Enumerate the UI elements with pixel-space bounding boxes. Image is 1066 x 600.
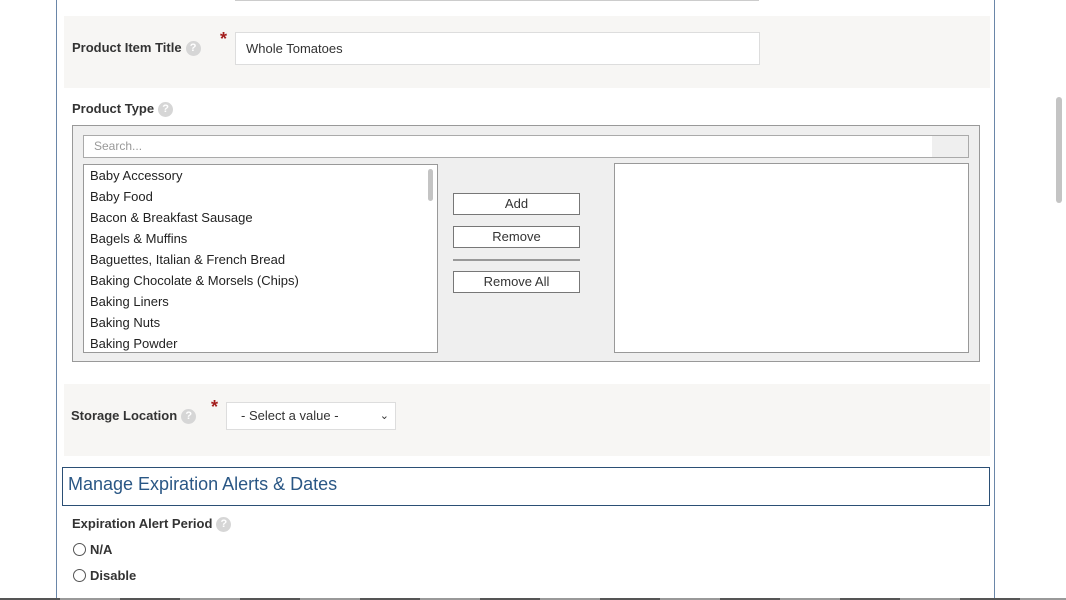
section-title: Manage Expiration Alerts & Dates	[68, 474, 338, 494]
list-item[interactable]: Baking Chocolate & Morsels (Chips)	[84, 270, 437, 291]
product-title-input[interactable]: Whole Tomatoes	[235, 32, 760, 65]
remove-button[interactable]: Remove	[453, 226, 580, 248]
help-question-icon[interactable]: ?	[185, 41, 201, 57]
help-question-icon[interactable]: ?	[216, 517, 232, 533]
radio-option-na[interactable]: N/A	[73, 542, 112, 557]
list-item[interactable]: Baking Nuts	[84, 312, 437, 333]
product-type-label: Product Type?	[72, 101, 174, 118]
help-question-icon[interactable]: ?	[158, 102, 174, 118]
chevron-down-icon: ⌄	[379, 410, 389, 422]
product-title-label: Product Item Title?	[72, 40, 201, 57]
list-item[interactable]: Baguettes, Italian & French Bread	[84, 249, 437, 270]
list-item[interactable]: Bacon & Breakfast Sausage	[84, 207, 437, 228]
list-item[interactable]: Baby Food	[84, 186, 437, 207]
product-type-search-input[interactable]: Search...	[83, 135, 969, 158]
selected-options-list[interactable]	[614, 163, 969, 353]
button-divider	[453, 259, 580, 261]
list-item[interactable]: Baking Liners	[84, 291, 437, 312]
available-options-list[interactable]: Baby Accessory Baby Food Bacon & Breakfa…	[83, 164, 438, 353]
storage-location-label: Storage Location?	[71, 408, 197, 425]
radio-button[interactable]	[73, 569, 86, 583]
add-button[interactable]: Add	[453, 193, 580, 215]
list-item[interactable]: Baby Accessory	[84, 165, 437, 186]
previous-input-edge	[235, 0, 759, 1]
expiration-section-header: Manage Expiration Alerts & Dates	[62, 467, 990, 506]
storage-location-row	[64, 384, 990, 456]
radio-button[interactable]	[73, 543, 86, 557]
remove-all-button[interactable]: Remove All	[453, 271, 580, 293]
list-item[interactable]: Bagels & Muffins	[84, 228, 437, 249]
product-type-multiselect: Search... Baby Accessory Baby Food Bacon…	[72, 125, 980, 362]
required-marker: *	[220, 29, 228, 49]
help-question-icon[interactable]: ?	[181, 409, 197, 425]
radio-option-disable[interactable]: Disable	[73, 568, 136, 583]
required-marker: *	[211, 397, 219, 417]
list-scrollbar[interactable]	[428, 169, 433, 201]
expiration-alert-period-label: Expiration Alert Period?	[72, 516, 232, 533]
list-item[interactable]: Baking Powder	[84, 333, 437, 352]
page-scrollbar[interactable]	[1056, 97, 1062, 203]
storage-location-select[interactable]: - Select a value - ⌄	[226, 402, 396, 430]
